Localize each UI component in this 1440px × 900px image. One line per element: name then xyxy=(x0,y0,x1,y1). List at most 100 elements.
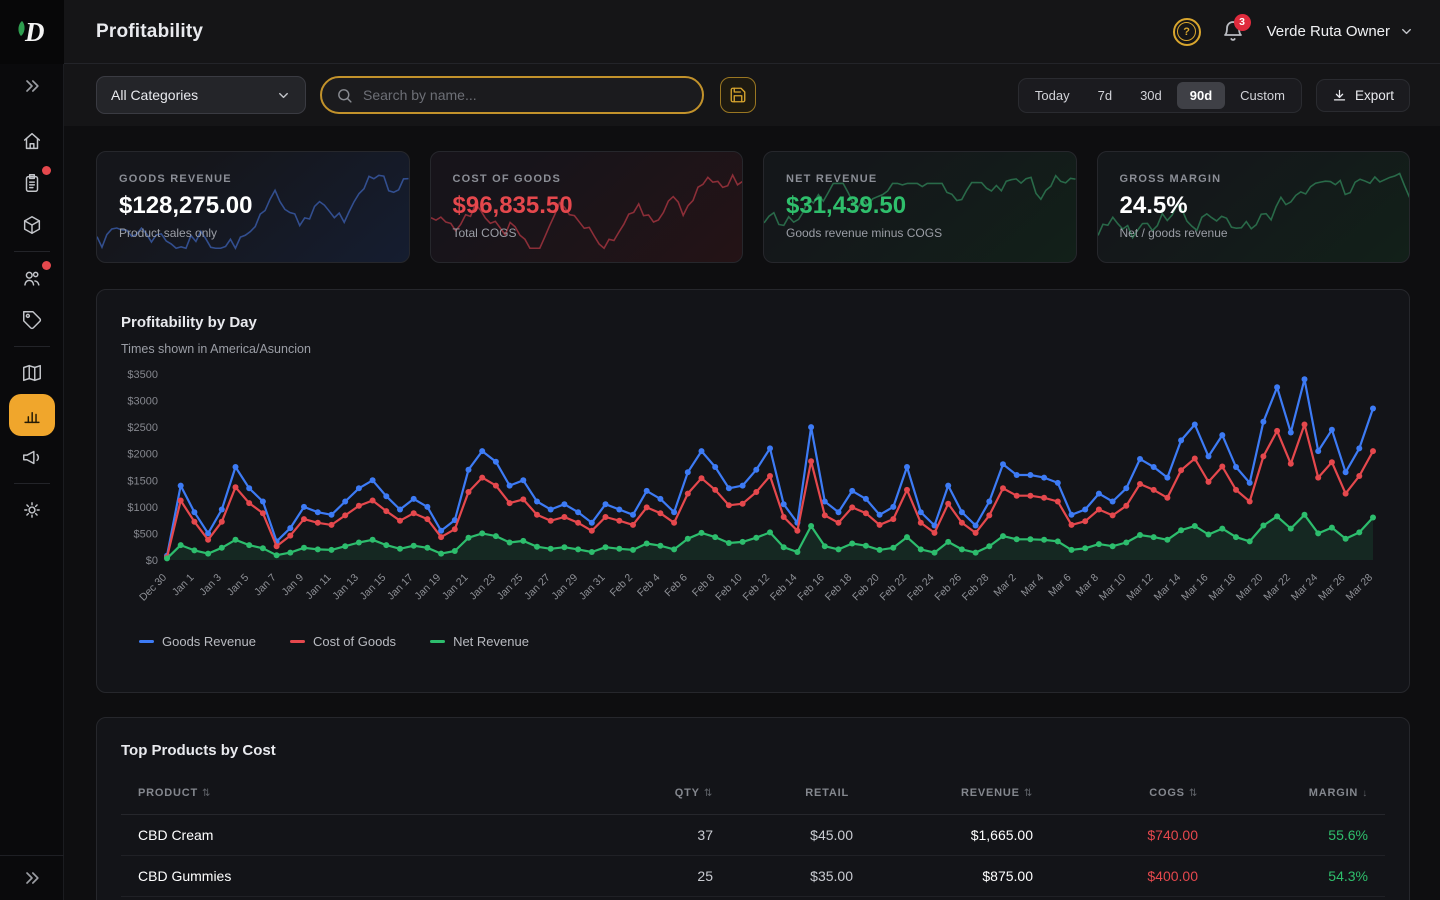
data-point[interactable] xyxy=(918,520,924,526)
data-point[interactable] xyxy=(342,499,348,505)
data-point[interactable] xyxy=(863,510,869,516)
data-point[interactable] xyxy=(1151,487,1157,493)
data-point[interactable] xyxy=(1055,499,1061,505)
range-7d-button[interactable]: 7d xyxy=(1085,82,1125,109)
data-point[interactable] xyxy=(1206,532,1212,538)
data-point[interactable] xyxy=(1370,406,1376,412)
data-point[interactable] xyxy=(616,518,622,524)
data-point[interactable] xyxy=(932,530,938,536)
data-point[interactable] xyxy=(233,464,239,470)
data-point[interactable] xyxy=(329,522,335,528)
data-point[interactable] xyxy=(877,547,883,553)
data-point[interactable] xyxy=(589,549,595,555)
data-point[interactable] xyxy=(507,500,513,506)
data-point[interactable] xyxy=(575,520,581,526)
data-point[interactable] xyxy=(890,516,896,522)
data-point[interactable] xyxy=(1000,533,1006,539)
data-point[interactable] xyxy=(520,538,526,544)
data-point[interactable] xyxy=(918,509,924,515)
data-point[interactable] xyxy=(1082,545,1088,551)
app-logo[interactable]: D xyxy=(0,0,64,64)
data-point[interactable] xyxy=(808,523,814,529)
data-point[interactable] xyxy=(548,546,554,552)
data-point[interactable] xyxy=(411,496,417,502)
data-point[interactable] xyxy=(849,488,855,494)
data-point[interactable] xyxy=(1274,384,1280,390)
data-point[interactable] xyxy=(1096,491,1102,497)
data-point[interactable] xyxy=(1069,547,1075,553)
data-point[interactable] xyxy=(507,540,513,546)
data-point[interactable] xyxy=(959,546,965,552)
data-point[interactable] xyxy=(561,544,567,550)
data-point[interactable] xyxy=(1137,456,1143,462)
category-select[interactable]: All Categories xyxy=(96,76,306,114)
data-point[interactable] xyxy=(740,539,746,545)
data-point[interactable] xyxy=(1370,515,1376,521)
data-point[interactable] xyxy=(657,496,663,502)
data-point[interactable] xyxy=(356,540,362,546)
sidebar-expand-bottom-button[interactable] xyxy=(0,856,64,900)
data-point[interactable] xyxy=(1302,422,1308,428)
data-point[interactable] xyxy=(945,501,951,507)
data-point[interactable] xyxy=(329,512,335,518)
data-point[interactable] xyxy=(561,514,567,520)
data-point[interactable] xyxy=(479,448,485,454)
data-point[interactable] xyxy=(1123,503,1129,509)
data-point[interactable] xyxy=(630,512,636,518)
data-point[interactable] xyxy=(315,509,321,515)
data-point[interactable] xyxy=(1164,495,1170,501)
data-point[interactable] xyxy=(191,547,197,553)
data-point[interactable] xyxy=(1233,534,1239,540)
data-point[interactable] xyxy=(959,520,965,526)
data-point[interactable] xyxy=(1055,538,1061,544)
data-point[interactable] xyxy=(1329,525,1335,531)
sidebar-item-marketing[interactable] xyxy=(10,436,54,478)
data-point[interactable] xyxy=(1260,419,1266,425)
data-point[interactable] xyxy=(191,519,197,525)
data-point[interactable] xyxy=(424,504,430,510)
data-point[interactable] xyxy=(507,483,513,489)
data-point[interactable] xyxy=(370,477,376,483)
data-point[interactable] xyxy=(794,549,800,555)
data-point[interactable] xyxy=(356,503,362,509)
data-point[interactable] xyxy=(1014,536,1020,542)
data-point[interactable] xyxy=(1274,428,1280,434)
data-point[interactable] xyxy=(219,519,225,525)
data-point[interactable] xyxy=(781,544,787,550)
data-point[interactable] xyxy=(685,536,691,542)
data-point[interactable] xyxy=(863,496,869,502)
data-point[interactable] xyxy=(315,520,321,526)
data-point[interactable] xyxy=(877,512,883,518)
data-point[interactable] xyxy=(1082,507,1088,513)
data-point[interactable] xyxy=(986,512,992,518)
data-point[interactable] xyxy=(1041,537,1047,543)
data-point[interactable] xyxy=(178,498,184,504)
data-point[interactable] xyxy=(904,534,910,540)
data-point[interactable] xyxy=(1260,453,1266,459)
data-point[interactable] xyxy=(794,528,800,534)
data-point[interactable] xyxy=(1274,513,1280,519)
data-point[interactable] xyxy=(1288,461,1294,467)
data-point[interactable] xyxy=(575,546,581,552)
data-point[interactable] xyxy=(1027,493,1033,499)
data-point[interactable] xyxy=(274,543,280,549)
data-point[interactable] xyxy=(520,477,526,483)
range-30d-button[interactable]: 30d xyxy=(1127,82,1175,109)
data-point[interactable] xyxy=(1247,499,1253,505)
data-point[interactable] xyxy=(712,464,718,470)
data-point[interactable] xyxy=(1247,480,1253,486)
range-90d-button[interactable]: 90d xyxy=(1177,82,1225,109)
data-point[interactable] xyxy=(1343,469,1349,475)
data-point[interactable] xyxy=(424,545,430,551)
data-point[interactable] xyxy=(1329,427,1335,433)
data-point[interactable] xyxy=(1055,480,1061,486)
sidebar-item-analytics[interactable] xyxy=(9,394,55,436)
sidebar-item-settings[interactable] xyxy=(10,489,54,531)
data-point[interactable] xyxy=(1041,475,1047,481)
data-point[interactable] xyxy=(986,499,992,505)
data-point[interactable] xyxy=(1082,518,1088,524)
data-point[interactable] xyxy=(1178,467,1184,473)
data-point[interactable] xyxy=(287,525,293,531)
column-header-product[interactable]: PRODUCT⇅ xyxy=(138,787,623,799)
data-point[interactable] xyxy=(699,475,705,481)
